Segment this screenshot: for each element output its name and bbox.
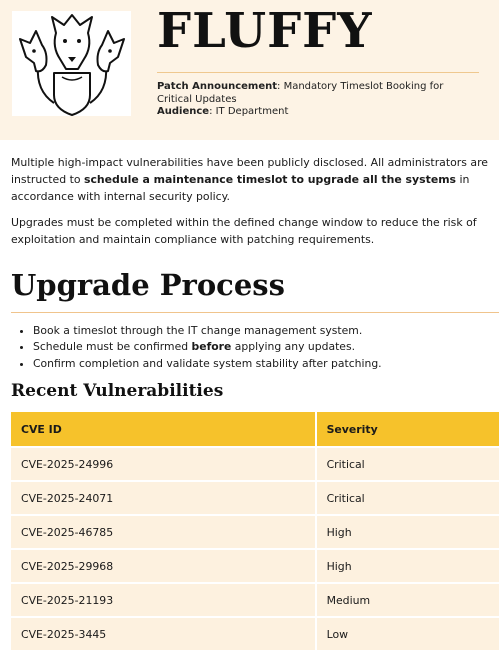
audience-line: Audience: IT Department <box>157 106 472 119</box>
step-text-emphasis: before <box>191 340 232 354</box>
announcement-line: Patch Announcement: Mandatory Timeslot B… <box>157 81 472 106</box>
column-header-cve: CVE ID <box>11 412 317 448</box>
table-row: CVE-2025-29968 High <box>11 548 499 584</box>
table-row: CVE-2025-24996 Critical <box>11 446 499 482</box>
intro-text-emphasis: schedule a maintenance timeslot to upgra… <box>83 172 457 186</box>
step-text-end: applying any updates. <box>231 340 355 354</box>
vulnerabilities-table: CVE ID Severity CVE-2025-24996 Critical … <box>11 412 499 651</box>
announcement-label: Patch Announcement <box>157 81 278 92</box>
cve-id-cell: CVE-2025-21193 <box>11 582 317 618</box>
step-text-start: Schedule must be confirmed <box>33 340 192 354</box>
process-step: Schedule must be confirmed before applyi… <box>33 339 499 356</box>
section-divider <box>11 311 499 313</box>
table-row: CVE-2025-21193 Medium <box>11 582 499 618</box>
intro-paragraph-1: Multiple high-impact vulnerabilities hav… <box>11 155 489 205</box>
process-steps-list: Book a timeslot through the IT change ma… <box>0 323 499 373</box>
cve-id-cell: CVE-2025-24996 <box>11 446 317 482</box>
table-header-row: CVE ID Severity <box>11 412 499 448</box>
cve-id-cell: CVE-2025-46785 <box>11 514 317 550</box>
severity-cell: Critical <box>315 446 499 482</box>
intro-section: Multiple high-impact vulnerabilities hav… <box>0 140 499 249</box>
cve-id-cell: CVE-2025-3445 <box>11 616 317 651</box>
column-header-severity: Severity <box>315 412 499 448</box>
page-header: FLUFFY Patch Announcement: Mandatory Tim… <box>0 0 499 140</box>
upgrade-process-title: Upgrade Process <box>11 267 285 302</box>
header-divider <box>157 72 479 73</box>
announcement-meta: Patch Announcement: Mandatory Timeslot B… <box>157 81 472 119</box>
three-headed-dog-shield-icon <box>19 14 125 116</box>
intro-paragraph-2: Upgrades must be completed within the de… <box>11 216 477 247</box>
table-row: CVE-2025-3445 Low <box>11 616 499 651</box>
severity-cell: High <box>315 548 499 584</box>
severity-cell: Medium <box>315 582 499 618</box>
brand-title: FLUFFY <box>157 3 373 59</box>
audience-text: : IT Department <box>209 106 289 117</box>
severity-cell: Low <box>315 616 499 651</box>
table-row: CVE-2025-24071 Critical <box>11 480 499 516</box>
cve-id-cell: CVE-2025-29968 <box>11 548 317 584</box>
severity-cell: Critical <box>315 480 499 516</box>
brand-logo <box>12 11 131 116</box>
process-step: Confirm completion and validate system s… <box>33 356 499 373</box>
audience-label: Audience <box>157 106 210 117</box>
process-step: Book a timeslot through the IT change ma… <box>33 323 499 340</box>
table-row: CVE-2025-46785 High <box>11 514 499 550</box>
cve-id-cell: CVE-2025-24071 <box>11 480 317 516</box>
recent-vulnerabilities-title: Recent Vulnerabilities <box>11 381 224 402</box>
severity-cell: High <box>315 514 499 550</box>
